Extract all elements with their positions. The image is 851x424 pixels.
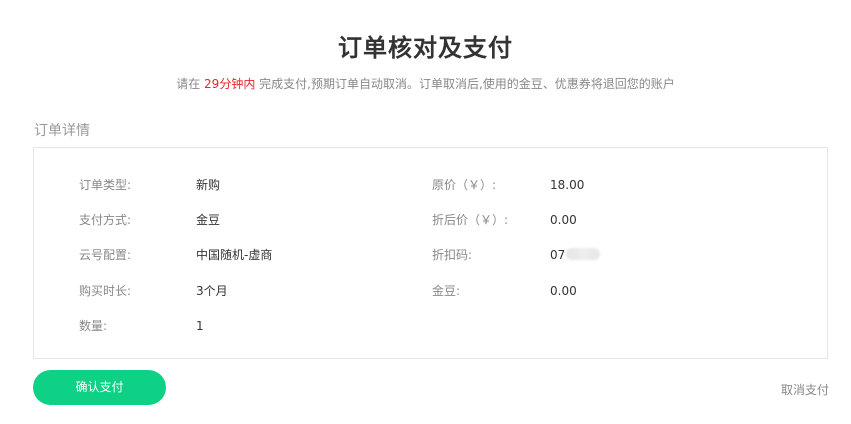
original-price-label: 原价（￥）: [432,178,497,192]
detail-row: 云号配置: 中国随机-虚商 折扣码: 07 [34,246,827,264]
close-icon[interactable] [811,0,829,6]
duration-value: 3个月 [196,284,228,298]
redacted-mask [566,248,601,260]
confirm-payment-button[interactable]: 确认支付 [33,370,166,405]
duration-label: 购买时长: [79,284,132,298]
discount-code-field: 07 [550,246,601,264]
payment-notice: 请在 29分钟内 完成支付,预期订单自动取消。订单取消后,使用的金豆、优惠券将退… [0,75,851,92]
discount-code-value: 07 [550,248,566,262]
cloud-config-label: 云号配置: [79,248,132,262]
notice-time-limit: 29分钟内 [204,77,256,91]
payment-method-value: 金豆 [196,213,221,227]
section-title: 订单详情 [34,123,90,139]
gold-beans-value: 0.00 [550,284,577,298]
notice-suffix: 完成支付,预期订单自动取消。订单取消后,使用的金豆、优惠券将退回您的账户 [259,77,675,91]
cancel-payment-link[interactable]: 取消支付 [781,381,829,398]
order-details-panel: 订单类型: 新购 原价（￥）: 18.00 支付方式: 金豆 折后价（￥）: 0… [33,147,828,359]
detail-row: 数量: 1 [34,317,827,335]
order-type-label: 订单类型: [79,178,132,192]
discount-code-label: 折扣码: [432,248,473,262]
detail-row: 订单类型: 新购 原价（￥）: 18.00 [34,176,827,194]
payment-method-label: 支付方式: [79,213,132,227]
quantity-label: 数量: [79,319,108,333]
order-type-value: 新购 [196,178,221,192]
gold-beans-label: 金豆: [432,284,461,298]
quantity-value: 1 [196,319,204,333]
original-price-value: 18.00 [550,178,585,192]
detail-row: 购买时长: 3个月 金豆: 0.00 [34,282,827,300]
discounted-price-label: 折后价（￥）: [432,213,509,227]
notice-prefix: 请在 [176,77,201,91]
page-title: 订单核对及支付 [338,34,513,62]
cloud-config-value: 中国随机-虚商 [196,248,273,262]
detail-row: 支付方式: 金豆 折后价（￥）: 0.00 [34,211,827,229]
discounted-price-value: 0.00 [550,213,577,227]
